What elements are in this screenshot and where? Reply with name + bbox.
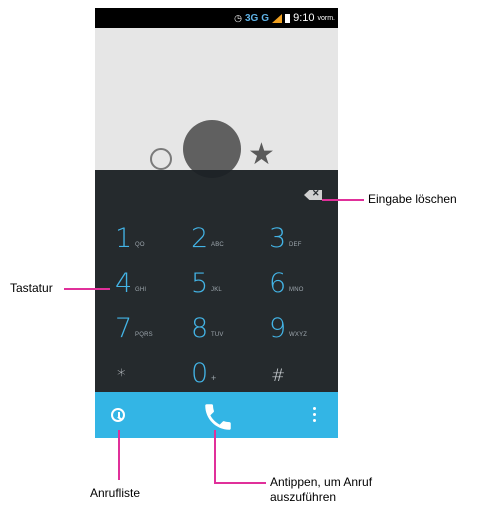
clock-time: 9:10 [293, 12, 315, 24]
dial-key-digit: 7 [115, 313, 133, 344]
status-bar: ◷ 3G G 9:10 vorm. [95, 8, 338, 28]
dial-key-letters: WXYZ [289, 332, 308, 338]
phone-handset-icon [205, 404, 231, 430]
dial-key-letters: JKL [211, 287, 222, 293]
network-3g-label: 3G [244, 12, 259, 24]
star-icon: ★ [248, 138, 275, 171]
callout-line-delete [322, 199, 364, 201]
dial-key-letters: GHI [135, 287, 147, 293]
callout-place-call-line1: Antippen, um Anruf [270, 475, 373, 489]
overflow-menu-icon[interactable] [313, 407, 317, 423]
call-log-icon[interactable] [111, 408, 125, 422]
dial-key-letters: MNO [289, 287, 304, 293]
dial-key-letters: TUV [211, 332, 224, 338]
dial-key-digit: * [117, 366, 126, 386]
dial-key-digit: 2 [191, 223, 209, 254]
callout-delete-input: Eingabe löschen [368, 192, 457, 206]
dial-key-letters: + [211, 373, 217, 383]
callout-keypad: Tastatur [10, 281, 53, 295]
alarm-icon: ◷ [234, 12, 242, 23]
phone-screen: ◷ 3G G 9:10 vorm. ★ ✕ 1 QO 2 ABC 3 DEF 4… [95, 8, 338, 438]
callout-line-call-log [118, 430, 120, 480]
clock-ampm: vorm. [317, 14, 336, 22]
callout-line-call-vertical [214, 430, 216, 483]
dial-key-digit: 3 [269, 223, 287, 254]
dial-key-letters: DEF [289, 242, 302, 248]
dialer-action-bar [95, 392, 338, 438]
callout-line-call-horizontal [214, 482, 266, 484]
dial-key-digit: 6 [269, 268, 287, 299]
history-icon [150, 148, 172, 170]
dial-key-digit: 5 [191, 268, 209, 299]
dial-key-digit: 4 [115, 268, 133, 299]
dial-key-letters: ABC [211, 242, 224, 248]
battery-icon [285, 13, 291, 23]
dial-key-digit: # [271, 366, 286, 386]
phone-call-icon[interactable] [201, 400, 235, 434]
callout-line-keypad [64, 288, 110, 290]
dial-key-letters: PQRS [135, 332, 153, 338]
contact-preview-area: ★ [95, 28, 338, 178]
dial-key-letters: QO [135, 242, 145, 248]
callout-place-call-line2: auszuführen [270, 490, 337, 504]
dial-key-digit: 8 [191, 313, 209, 344]
backspace-icon[interactable]: ✕ [304, 190, 322, 200]
signal-icon [272, 13, 283, 23]
dial-key-digit: 1 [115, 223, 133, 254]
callout-call-log: Anrufliste [90, 486, 141, 500]
dial-key-digit: 9 [269, 313, 287, 344]
dialer-panel: ✕ 1 QO 2 ABC 3 DEF 4 GHI 5 JKL 6 MNO 7 P… [95, 170, 338, 392]
dial-key-digit: 0 [191, 358, 209, 389]
network-g-label: G [261, 12, 270, 24]
